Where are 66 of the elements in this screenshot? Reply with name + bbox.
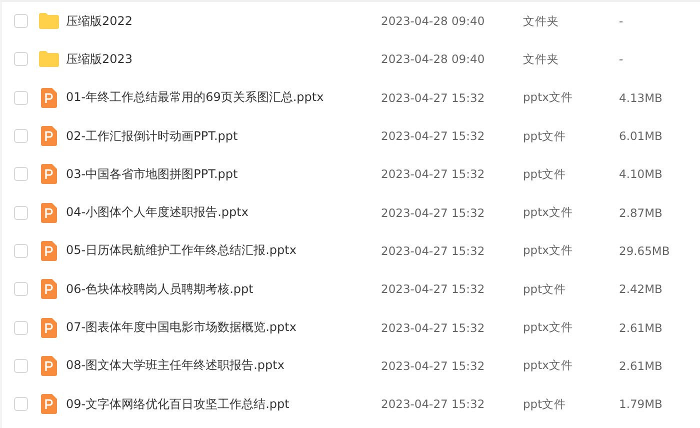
file-name[interactable]: 07-图表体年度中国电影市场数据概览.pptx xyxy=(66,319,381,336)
presentation-file-icon xyxy=(41,202,57,223)
file-size: 4.13MB xyxy=(619,90,662,105)
file-type: pptx文件 xyxy=(523,320,574,336)
file-size: 2.61MB xyxy=(619,358,662,373)
file-name[interactable]: 05-日历体民航维护工作年终总结汇报.pptx xyxy=(66,242,381,260)
file-size: 1.79MB xyxy=(619,397,662,412)
modified-date: 2023-04-27 15:32 xyxy=(381,358,486,373)
folder-icon xyxy=(39,13,59,30)
checkbox[interactable] xyxy=(14,358,28,373)
file-size: - xyxy=(619,14,624,28)
file-type: ppt文件 xyxy=(523,282,568,297)
file-name[interactable]: 09-文字体网络优化百日攻坚工作总结.ppt xyxy=(66,396,381,413)
folder-icon xyxy=(39,51,59,68)
presentation-file-icon xyxy=(41,356,57,376)
modified-date: 2023-04-27 15:32 xyxy=(381,206,486,220)
presentation-file-icon xyxy=(41,279,57,300)
file-name[interactable]: 06-色块体校聘岗人员聘期考核.ppt xyxy=(66,280,381,298)
file-size: 4.10MB xyxy=(619,167,662,182)
file-type: pptx文件 xyxy=(523,90,574,106)
presentation-file-icon xyxy=(41,126,57,146)
checkbox[interactable] xyxy=(14,206,28,220)
file-name[interactable]: 03-中国各省市地图拼图PPT.ppt xyxy=(66,166,381,183)
file-size: - xyxy=(619,52,624,66)
modified-date: 2023-04-27 15:32 xyxy=(381,129,486,144)
checkbox[interactable] xyxy=(14,167,28,182)
file-size: 29.65MB xyxy=(619,244,670,258)
checkbox[interactable] xyxy=(14,14,28,28)
file-type: 文件夹 xyxy=(523,52,560,67)
file-name[interactable]: 08-图文体大学班主任年终述职报告.pptx xyxy=(66,357,381,374)
modified-date: 2023-04-27 15:32 xyxy=(381,397,486,412)
presentation-file-icon xyxy=(41,394,57,414)
modified-date: 2023-04-27 15:32 xyxy=(381,90,486,105)
checkbox[interactable] xyxy=(14,90,28,105)
file-size: 2.42MB xyxy=(619,282,662,296)
checkbox[interactable] xyxy=(14,397,28,412)
file-size: 6.01MB xyxy=(619,129,662,144)
checkbox[interactable] xyxy=(14,52,28,66)
modified-date: 2023-04-27 15:32 xyxy=(381,282,486,296)
file-name[interactable]: 01-年终工作总结最常用的69页关系图汇总.pptx xyxy=(66,89,381,106)
file-size: 2.87MB xyxy=(619,206,662,220)
checkbox[interactable] xyxy=(14,244,28,258)
file-type: pptx文件 xyxy=(523,205,574,220)
modified-date: 2023-04-28 09:40 xyxy=(381,14,486,28)
presentation-file-icon xyxy=(41,240,57,261)
checkbox[interactable] xyxy=(14,129,28,144)
checkbox[interactable] xyxy=(14,320,28,335)
file-type: pptx文件 xyxy=(523,243,574,258)
modified-date: 2023-04-28 09:40 xyxy=(381,52,486,66)
file-name[interactable]: 压缩版2022 xyxy=(66,12,381,30)
modified-date: 2023-04-27 15:32 xyxy=(381,167,486,182)
presentation-file-icon xyxy=(41,318,57,338)
file-type: pptx文件 xyxy=(523,358,574,374)
modified-date: 2023-04-27 15:32 xyxy=(381,244,486,258)
file-name[interactable]: 压缩版2023 xyxy=(66,50,381,68)
file-size: 2.61MB xyxy=(619,320,662,335)
checkbox[interactable] xyxy=(14,282,28,296)
presentation-file-icon xyxy=(41,164,57,184)
file-name[interactable]: 02-工作汇报倒计时动画PPT.ppt xyxy=(66,128,381,145)
modified-date: 2023-04-27 15:32 xyxy=(381,320,486,335)
presentation-file-icon xyxy=(41,88,57,108)
file-type: ppt文件 xyxy=(523,166,568,182)
file-type: 文件夹 xyxy=(523,14,560,29)
file-type: ppt文件 xyxy=(523,396,568,412)
file-type: ppt文件 xyxy=(523,128,568,144)
file-name[interactable]: 04-小图体个人年度述职报告.pptx xyxy=(66,204,381,222)
